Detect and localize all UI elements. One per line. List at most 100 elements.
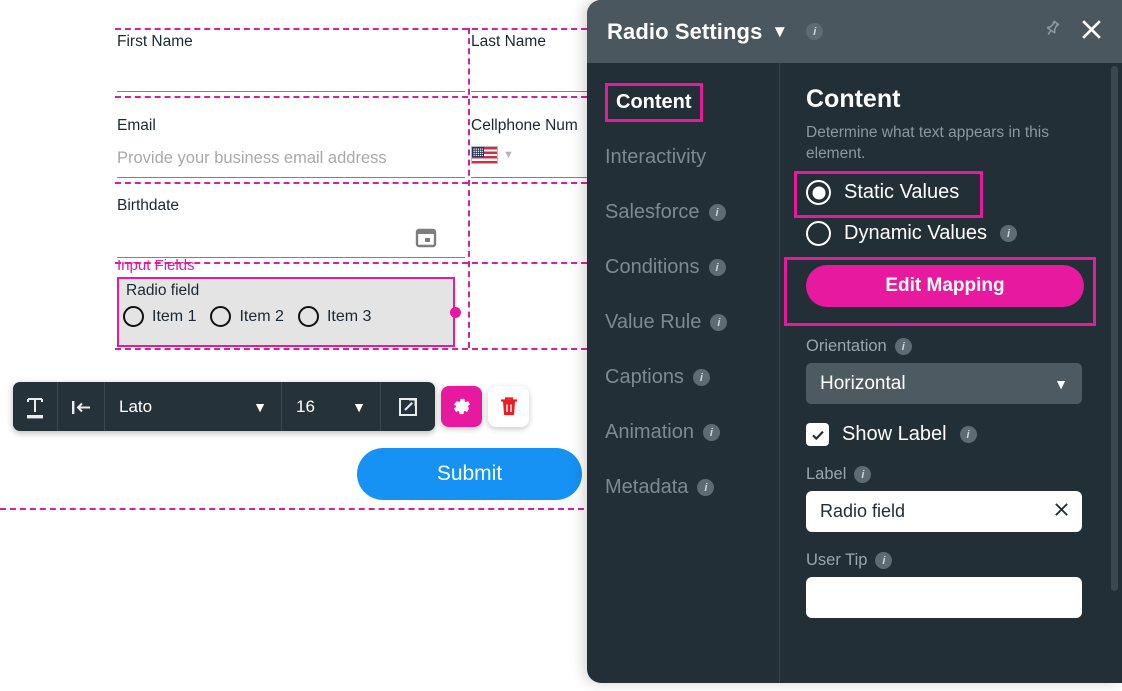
- guide-line: [468, 28, 470, 348]
- tab-interactivity[interactable]: Interactivity: [587, 130, 779, 185]
- orientation-label: Orientation: [806, 337, 887, 355]
- orientation-value: Horizontal: [820, 372, 906, 394]
- radio-option-label: Item 2: [239, 307, 284, 325]
- tab-conditions[interactable]: Conditions i: [587, 240, 779, 295]
- tab-content[interactable]: Content: [587, 75, 779, 130]
- orientation-select[interactable]: Horizontal ▼: [806, 363, 1082, 404]
- element-toolbar: Lato ▼ 16 ▼: [13, 382, 529, 431]
- edit-mapping-button[interactable]: Edit Mapping: [806, 265, 1084, 307]
- radio-circle-icon[interactable]: [297, 306, 319, 327]
- radio-unselected-icon[interactable]: [806, 221, 831, 246]
- tab-label: Value Rule: [605, 311, 702, 333]
- field-underline: [117, 91, 465, 92]
- selected-radio-element[interactable]: Radio field Item 1 Item 2 Item 3: [117, 277, 455, 347]
- chevron-down-icon: ▼: [253, 398, 267, 415]
- email-placeholder: Provide your business email address: [117, 149, 387, 167]
- field-first-name[interactable]: First Name: [117, 32, 465, 92]
- chevron-down-icon: ▼: [352, 398, 366, 415]
- guide-line: [115, 348, 587, 350]
- font-size-value: 16: [296, 396, 315, 416]
- user-tip-label-row: User Tip i: [806, 551, 1086, 570]
- pin-icon[interactable]: [1042, 19, 1062, 44]
- tab-metadata[interactable]: Metadata i: [587, 460, 779, 515]
- tab-captions[interactable]: Captions i: [587, 350, 779, 405]
- tab-label: Metadata: [605, 476, 689, 498]
- radio-circle-icon[interactable]: [210, 306, 232, 327]
- chevron-down-icon: ▼: [1054, 375, 1068, 392]
- toolbar-main-group: Lato ▼ 16 ▼: [13, 382, 435, 431]
- user-tip-input[interactable]: [806, 577, 1082, 618]
- clear-icon[interactable]: [1053, 501, 1070, 523]
- close-icon[interactable]: [1079, 17, 1104, 47]
- radio-option-label: Item 1: [152, 307, 197, 325]
- tab-label: Animation: [605, 421, 694, 443]
- field-label: Birthdate: [117, 197, 180, 214]
- field-underline: [471, 91, 587, 92]
- panel-nav: Content Interactivity Salesforce i Condi…: [587, 63, 780, 683]
- orientation-label-row: Orientation i: [806, 337, 1086, 356]
- section-title: Content: [806, 85, 901, 113]
- field-last-name[interactable]: Last Name: [471, 32, 587, 92]
- radio-option[interactable]: Item 1: [123, 306, 196, 327]
- info-icon[interactable]: i: [708, 204, 726, 221]
- info-icon[interactable]: i: [959, 426, 977, 443]
- static-values-radio[interactable]: Static Values: [806, 180, 1086, 205]
- country-code-select[interactable]: ▼: [471, 146, 514, 164]
- chevron-down-icon[interactable]: ▼: [771, 22, 788, 42]
- label-input[interactable]: Radio field: [806, 491, 1082, 532]
- radio-selected-icon[interactable]: [806, 180, 831, 205]
- section-description: Determine what text appears in this elem…: [806, 124, 1049, 162]
- radio-circle-icon[interactable]: [123, 306, 144, 327]
- panel-content: Content Determine what text appears in t…: [780, 63, 1122, 683]
- panel-scrollbar[interactable]: [1111, 66, 1118, 591]
- info-icon[interactable]: i: [1000, 225, 1018, 242]
- info-icon[interactable]: i: [708, 259, 726, 276]
- settings-panel: Radio Settings ▼ i Content Interactivity…: [587, 0, 1122, 683]
- info-icon[interactable]: i: [806, 23, 824, 40]
- open-external-button[interactable]: [381, 382, 435, 431]
- field-birthdate[interactable]: Birthdate: [117, 196, 465, 258]
- checkbox-checked-icon[interactable]: [806, 423, 829, 446]
- guide-line: [115, 28, 587, 30]
- radio-option[interactable]: Item 2: [210, 306, 284, 327]
- dynamic-values-label: Dynamic Values: [844, 222, 988, 244]
- align-left-button[interactable]: [58, 382, 105, 431]
- calendar-icon[interactable]: [415, 226, 437, 253]
- info-icon[interactable]: i: [702, 424, 720, 441]
- radio-option[interactable]: Item 3: [297, 306, 371, 327]
- tab-label: Interactivity: [605, 146, 707, 168]
- field-cellphone[interactable]: Cellphone Num ▼: [471, 116, 587, 178]
- guide-line: [115, 182, 587, 184]
- panel-body: Content Interactivity Salesforce i Condi…: [587, 63, 1122, 683]
- info-icon[interactable]: i: [692, 369, 710, 386]
- show-label-label: Show Label: [842, 423, 947, 445]
- font-size-select[interactable]: 16 ▼: [282, 382, 381, 431]
- static-values-label: Static Values: [844, 181, 960, 203]
- delete-button[interactable]: [488, 386, 529, 427]
- user-tip-label: User Tip: [806, 551, 868, 569]
- tab-salesforce[interactable]: Salesforce i: [587, 185, 779, 240]
- panel-header: Radio Settings ▼ i: [587, 0, 1122, 63]
- info-icon[interactable]: i: [710, 314, 728, 331]
- info-icon[interactable]: i: [894, 338, 912, 355]
- info-icon[interactable]: i: [697, 479, 715, 496]
- info-icon[interactable]: i: [854, 466, 872, 483]
- label-field-label: Label: [806, 465, 847, 483]
- field-underline: [471, 177, 587, 178]
- field-label: First Name: [117, 33, 193, 50]
- field-label: Email: [117, 117, 156, 134]
- dynamic-values-radio[interactable]: Dynamic Values i: [806, 221, 1086, 246]
- submit-button[interactable]: Submit: [357, 448, 582, 500]
- text-format-button[interactable]: [13, 382, 58, 431]
- show-label-checkbox-row[interactable]: Show Label i: [806, 423, 1086, 446]
- tab-animation[interactable]: Animation i: [587, 405, 779, 460]
- app-root: First Name Last Name Email Provide your …: [0, 0, 1122, 691]
- tab-value-rule[interactable]: Value Rule i: [587, 295, 779, 350]
- font-family-select[interactable]: Lato ▼: [105, 382, 282, 431]
- settings-gear-button[interactable]: [441, 386, 482, 427]
- resize-handle[interactable]: [450, 307, 461, 318]
- info-icon[interactable]: i: [875, 552, 893, 569]
- panel-title: Radio Settings: [607, 18, 763, 44]
- panel-header-actions: [1042, 17, 1104, 47]
- field-email[interactable]: Email Provide your business email addres…: [117, 116, 465, 178]
